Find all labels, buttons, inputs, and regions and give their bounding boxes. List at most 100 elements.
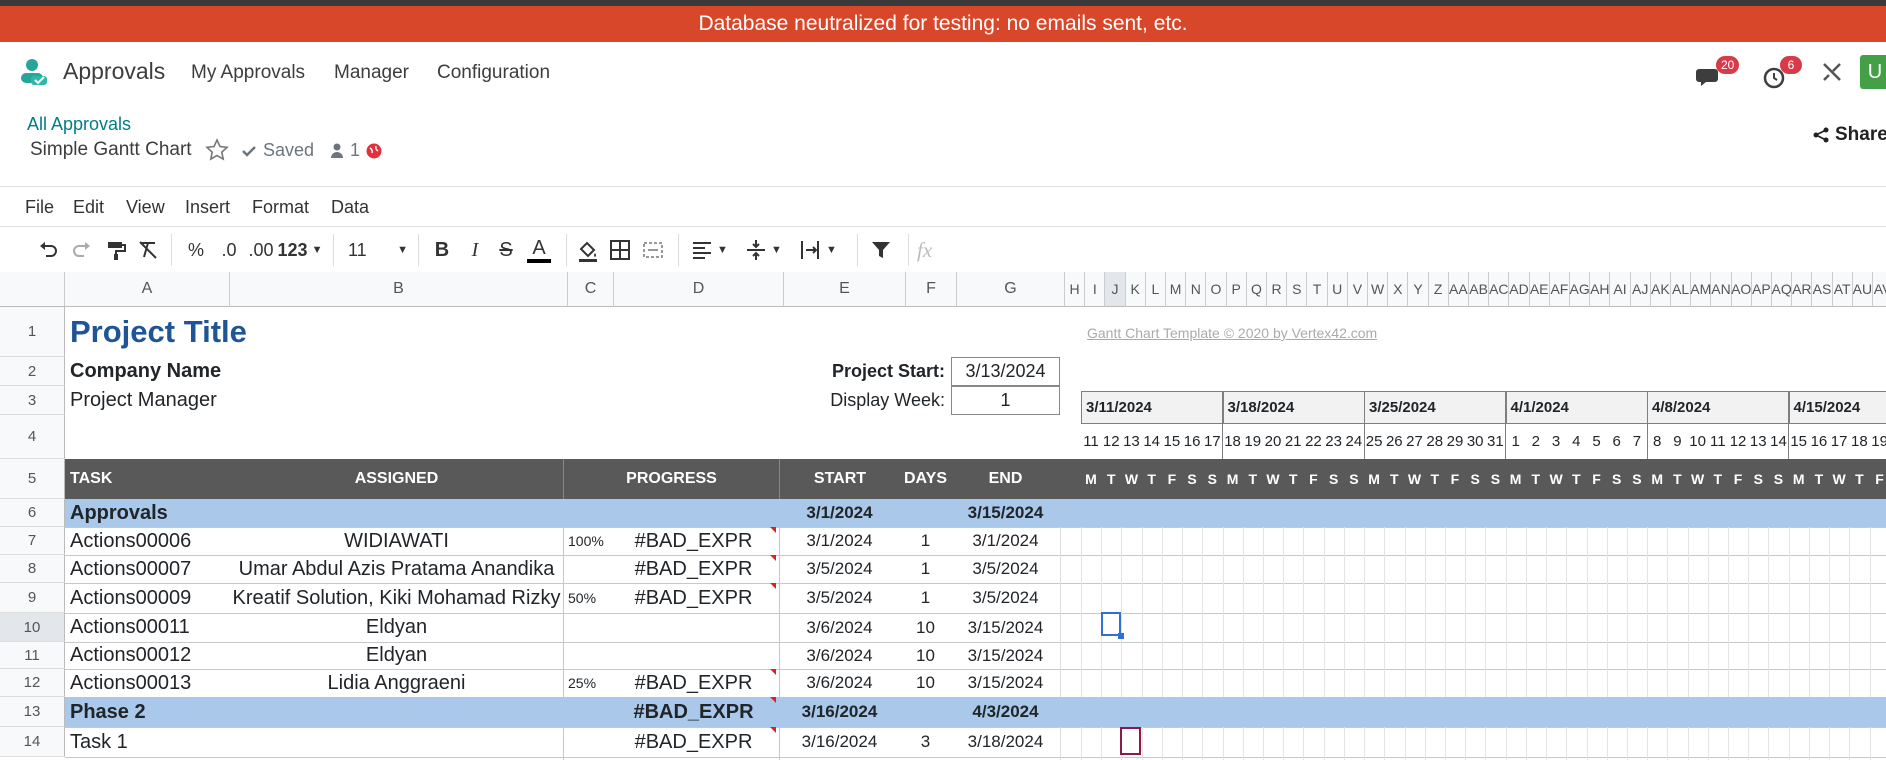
task-cell[interactable]: Actions00009 (70, 583, 230, 613)
assigned-cell[interactable] (230, 499, 563, 527)
assigned-cell[interactable] (230, 697, 563, 727)
days-cell[interactable]: 10 (900, 669, 951, 697)
days-cell[interactable] (900, 697, 951, 727)
column-header-ah[interactable]: AH (1590, 272, 1611, 307)
column-header-k[interactable]: K (1125, 272, 1146, 307)
column-header-ae[interactable]: AE (1529, 272, 1550, 307)
app-name[interactable]: Approvals (63, 58, 165, 85)
clear-format-icon[interactable] (136, 237, 160, 263)
column-header-ac[interactable]: AC (1489, 272, 1510, 307)
days-cell[interactable] (900, 499, 951, 527)
column-header-an[interactable]: AN (1711, 272, 1732, 307)
globe-icon[interactable] (366, 143, 382, 159)
column-header-t[interactable]: T (1307, 272, 1328, 307)
start-cell[interactable]: 3/1/2024 (779, 499, 900, 527)
progress-cell[interactable]: #BAD_EXPR (611, 583, 776, 613)
approvals-logo-icon[interactable] (18, 58, 50, 88)
days-cell[interactable]: 1 (900, 527, 951, 555)
star-icon[interactable] (205, 138, 229, 162)
start-cell[interactable]: 3/1/2024 (779, 527, 900, 555)
row-header-4[interactable]: 4 (0, 415, 65, 459)
project-manager-cell[interactable]: Project Manager (70, 386, 217, 415)
assigned-cell[interactable]: WIDIAWATI (230, 527, 563, 555)
row-header-14[interactable]: 14 (0, 727, 65, 757)
start-cell[interactable]: 3/6/2024 (779, 613, 900, 642)
row-header-6[interactable]: 6 (0, 499, 65, 527)
assigned-cell[interactable]: Eldyan (230, 642, 563, 669)
start-cell[interactable]: 3/5/2024 (779, 583, 900, 613)
column-header-as[interactable]: AS (1812, 272, 1833, 307)
company-name-cell[interactable]: Company Name (70, 357, 221, 386)
end-cell[interactable]: 3/15/2024 (951, 669, 1060, 697)
days-cell[interactable]: 3 (900, 727, 951, 757)
column-header-u[interactable]: U (1327, 272, 1348, 307)
font-size-dropdown[interactable]: 11 ▼ (348, 237, 408, 263)
spreadsheet-grid[interactable]: A B C D E F G H I J K L M N O P Q R S T U V W X Y Z AA AB AC AD AE AF AG… (0, 272, 1886, 760)
end-cell[interactable]: 3/1/2024 (951, 527, 1060, 555)
project-start-value[interactable]: 3/13/2024 (951, 357, 1060, 386)
menu-insert[interactable]: Insert (185, 197, 230, 218)
end-cell[interactable]: 3/5/2024 (951, 555, 1060, 583)
column-header-f[interactable]: F (906, 272, 957, 307)
header-end[interactable]: END (951, 459, 1060, 499)
column-header-l[interactable]: L (1145, 272, 1166, 307)
select-all-corner[interactable] (0, 272, 65, 307)
column-header-v[interactable]: V (1347, 272, 1368, 307)
column-header-n[interactable]: N (1186, 272, 1207, 307)
progress-cell[interactable]: #BAD_EXPR (611, 727, 776, 757)
end-cell[interactable]: 3/15/2024 (951, 642, 1060, 669)
column-header-at[interactable]: AT (1832, 272, 1853, 307)
column-header-aq[interactable]: AQ (1771, 272, 1793, 307)
progress-cell[interactable]: #BAD_EXPR (611, 555, 776, 583)
days-cell[interactable]: 1 (900, 583, 951, 613)
column-header-e[interactable]: E (784, 272, 906, 307)
progress-cell[interactable] (611, 642, 776, 669)
task-cell[interactable]: Actions00006 (70, 527, 230, 555)
end-cell[interactable]: 3/15/2024 (951, 613, 1060, 642)
row-header-1[interactable]: 1 (0, 307, 65, 357)
menu-data[interactable]: Data (331, 197, 369, 218)
pct-cell[interactable]: 100% (568, 527, 608, 555)
column-header-au[interactable]: AU (1853, 272, 1873, 307)
column-header-p[interactable]: P (1226, 272, 1247, 307)
end-cell[interactable]: 3/15/2024 (951, 499, 1060, 527)
column-header-a[interactable]: A (65, 272, 230, 307)
row-header-13[interactable]: 13 (0, 697, 65, 727)
column-header-z[interactable]: Z (1428, 272, 1449, 307)
start-cell[interactable]: 3/5/2024 (779, 555, 900, 583)
header-assigned[interactable]: ASSIGNED (230, 459, 563, 499)
column-header-q[interactable]: Q (1246, 272, 1267, 307)
progress-cell[interactable]: #BAD_EXPR (611, 669, 776, 697)
format-percent-button[interactable]: % (186, 237, 206, 263)
task-cell[interactable]: Actions00013 (70, 669, 230, 697)
end-cell[interactable]: 3/18/2024 (951, 727, 1060, 757)
bold-icon[interactable]: B (432, 237, 452, 263)
assigned-cell[interactable]: Kreatif Solution, Kiki Mohamad Rizky (230, 583, 563, 613)
pct-cell[interactable]: 25% (568, 669, 608, 697)
breadcrumb-all-approvals[interactable]: All Approvals (27, 114, 131, 135)
header-task[interactable]: TASK (70, 459, 113, 499)
paint-format-icon[interactable] (104, 237, 128, 263)
column-header-g[interactable]: G (957, 272, 1065, 307)
row-header-7[interactable]: 7 (0, 527, 65, 555)
chevron-down-icon[interactable]: ▼ (771, 237, 782, 263)
nav-my-approvals[interactable]: My Approvals (191, 62, 305, 84)
user-avatar[interactable]: U (1860, 55, 1886, 89)
column-header-d[interactable]: D (614, 272, 784, 307)
column-header-ap[interactable]: AP (1751, 272, 1772, 307)
row-header-3[interactable]: 3 (0, 386, 65, 415)
number-format-dropdown[interactable]: 123 ▼ (278, 237, 323, 263)
nav-configuration[interactable]: Configuration (437, 62, 550, 84)
text-wrap-icon[interactable] (798, 237, 822, 263)
row-header-11[interactable]: 11 (0, 642, 65, 669)
pct-cell[interactable] (568, 697, 608, 727)
template-credit-link[interactable]: Gantt Chart Template © 2020 by Vertex42.… (1087, 322, 1377, 344)
menu-view[interactable]: View (126, 197, 165, 218)
row-header-12[interactable]: 12 (0, 669, 65, 697)
column-header-r[interactable]: R (1267, 272, 1288, 307)
project-title-cell[interactable]: Project Title (70, 307, 247, 357)
chevron-down-icon[interactable]: ▼ (717, 237, 728, 263)
column-header-ar[interactable]: AR (1792, 272, 1813, 307)
menu-edit[interactable]: Edit (73, 197, 104, 218)
pct-cell[interactable] (568, 499, 608, 527)
